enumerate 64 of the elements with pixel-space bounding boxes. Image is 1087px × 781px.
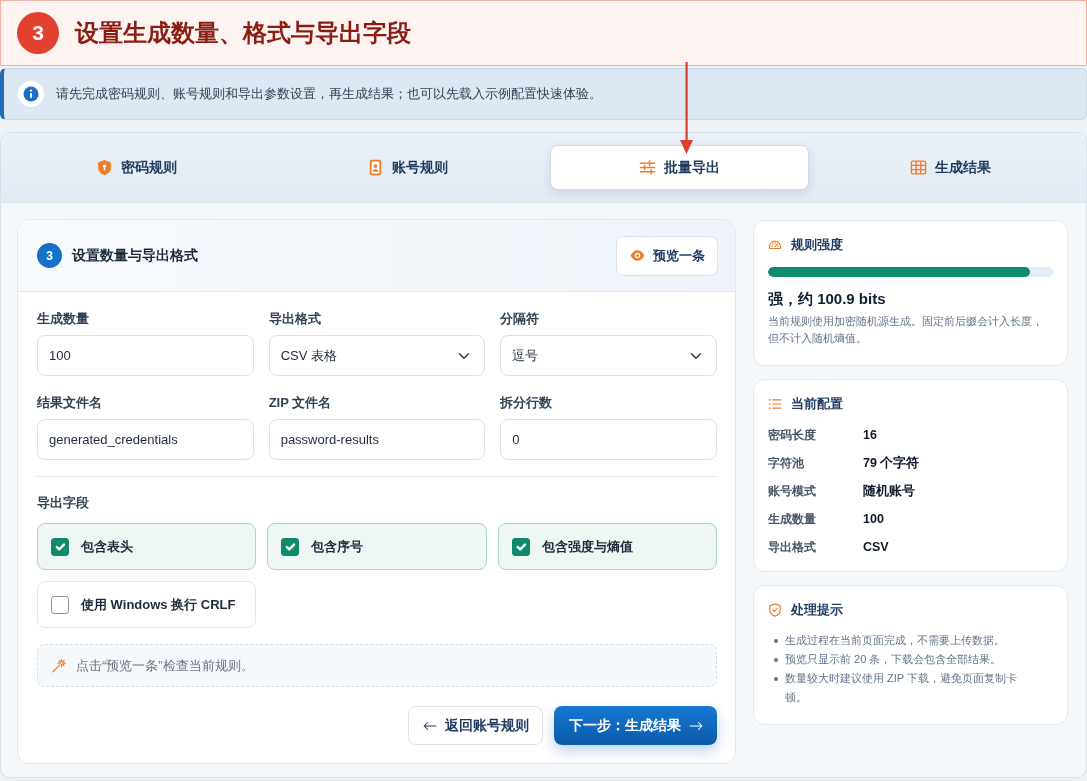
field-label: 分隔符 [500, 310, 541, 328]
field-label: ZIP 文件名 [268, 394, 333, 412]
field-label: 生成数量 [37, 310, 90, 328]
alert-text: 请先完成密码规则、账号规则和导出参数设置，再生成结果；也可以先载入示例配置快速体验。 [56, 85, 602, 104]
config-label: 账号模式 [768, 483, 817, 500]
tab[interactable]: 生成结果 [904, 145, 996, 190]
back-button[interactable]: 返回账号规则 [408, 706, 543, 745]
config-label: 字符池 [768, 455, 805, 472]
checkbox-label: 包含强度与熵值 [541, 537, 633, 556]
bullet-icon [774, 677, 778, 681]
bullet-icon [774, 658, 778, 662]
config-value: 16 [863, 426, 877, 444]
tab[interactable]: 批量导出 [549, 145, 809, 190]
card-title: 处理提示 [791, 601, 843, 620]
config-label: 导出格式 [768, 539, 817, 556]
card-title: 规则强度 [791, 236, 843, 255]
field-label: 结果文件名 [37, 394, 103, 412]
tip-text: 预览只显示前 20 条，下载会包含全部结果。 [785, 652, 1002, 667]
checkbox[interactable] [281, 537, 300, 556]
list-icon [768, 397, 782, 411]
field-label: 导出格式 [268, 310, 322, 328]
tip-text: 生成过程在当前页面完成，不需要上传数据。 [785, 633, 1005, 648]
shield-icon [96, 159, 114, 176]
section-title: 设置数量与导出格式 [72, 246, 199, 265]
hint-text: 点击“预览一条”检查当前规则。 [76, 656, 254, 675]
tip-text: 数量较大时建议使用 ZIP 下载，避免页面复制卡顿。 [785, 671, 1019, 705]
tab[interactable]: 账号规则 [362, 145, 454, 190]
bullet-icon [774, 639, 778, 643]
config-value: CSV [863, 538, 889, 556]
checkbox[interactable] [511, 537, 530, 556]
checkbox[interactable] [51, 537, 69, 556]
table-icon [909, 159, 927, 176]
gauge-icon [768, 238, 782, 252]
sliders-icon [638, 159, 656, 176]
input-field[interactable]: 0 [500, 419, 717, 460]
tab[interactable]: 密码规则 [91, 145, 183, 190]
strength-summary: 强，约 100.9 bits [768, 289, 887, 309]
checkbox-label: 包含序号 [311, 537, 364, 556]
checkbox-label: 使用 Windows 换行 CRLF [81, 595, 236, 614]
checkbox[interactable] [51, 595, 69, 614]
description-text: 当前规则使用加密随机源生成。固定前后缀会计入长度，但不计入随机熵值。 [768, 314, 1044, 346]
config-value: 随机账号 [863, 482, 915, 500]
group-label: 导出字段 [37, 494, 90, 512]
preview-button[interactable]: 预览一条 [616, 235, 718, 276]
input-field[interactable]: generated_credentials [37, 419, 254, 460]
input-field[interactable]: 100 [37, 335, 254, 376]
eye-icon [629, 248, 645, 263]
shield-check-icon [768, 603, 782, 617]
step-number: 3 [37, 243, 62, 268]
next-button[interactable]: 下一步：生成结果 [554, 706, 717, 745]
card-title: 当前配置 [791, 395, 843, 414]
field-label: 拆分行数 [500, 394, 554, 412]
config-value: 100 [863, 510, 884, 528]
config-label: 生成数量 [768, 511, 817, 528]
select-field[interactable]: CSV 表格 [268, 335, 486, 376]
annotation-title: 设置生成数量、格式与导出字段 [75, 18, 411, 48]
input-field[interactable]: password-results [268, 419, 486, 460]
config-value: 79 个字符 [863, 454, 920, 472]
step-number: 3 [17, 12, 59, 54]
info-icon [18, 81, 44, 107]
select-field[interactable]: 逗号 [500, 335, 717, 376]
wand-icon [51, 658, 66, 673]
config-label: 密码长度 [768, 427, 817, 444]
checkbox-label: 包含表头 [81, 537, 133, 556]
